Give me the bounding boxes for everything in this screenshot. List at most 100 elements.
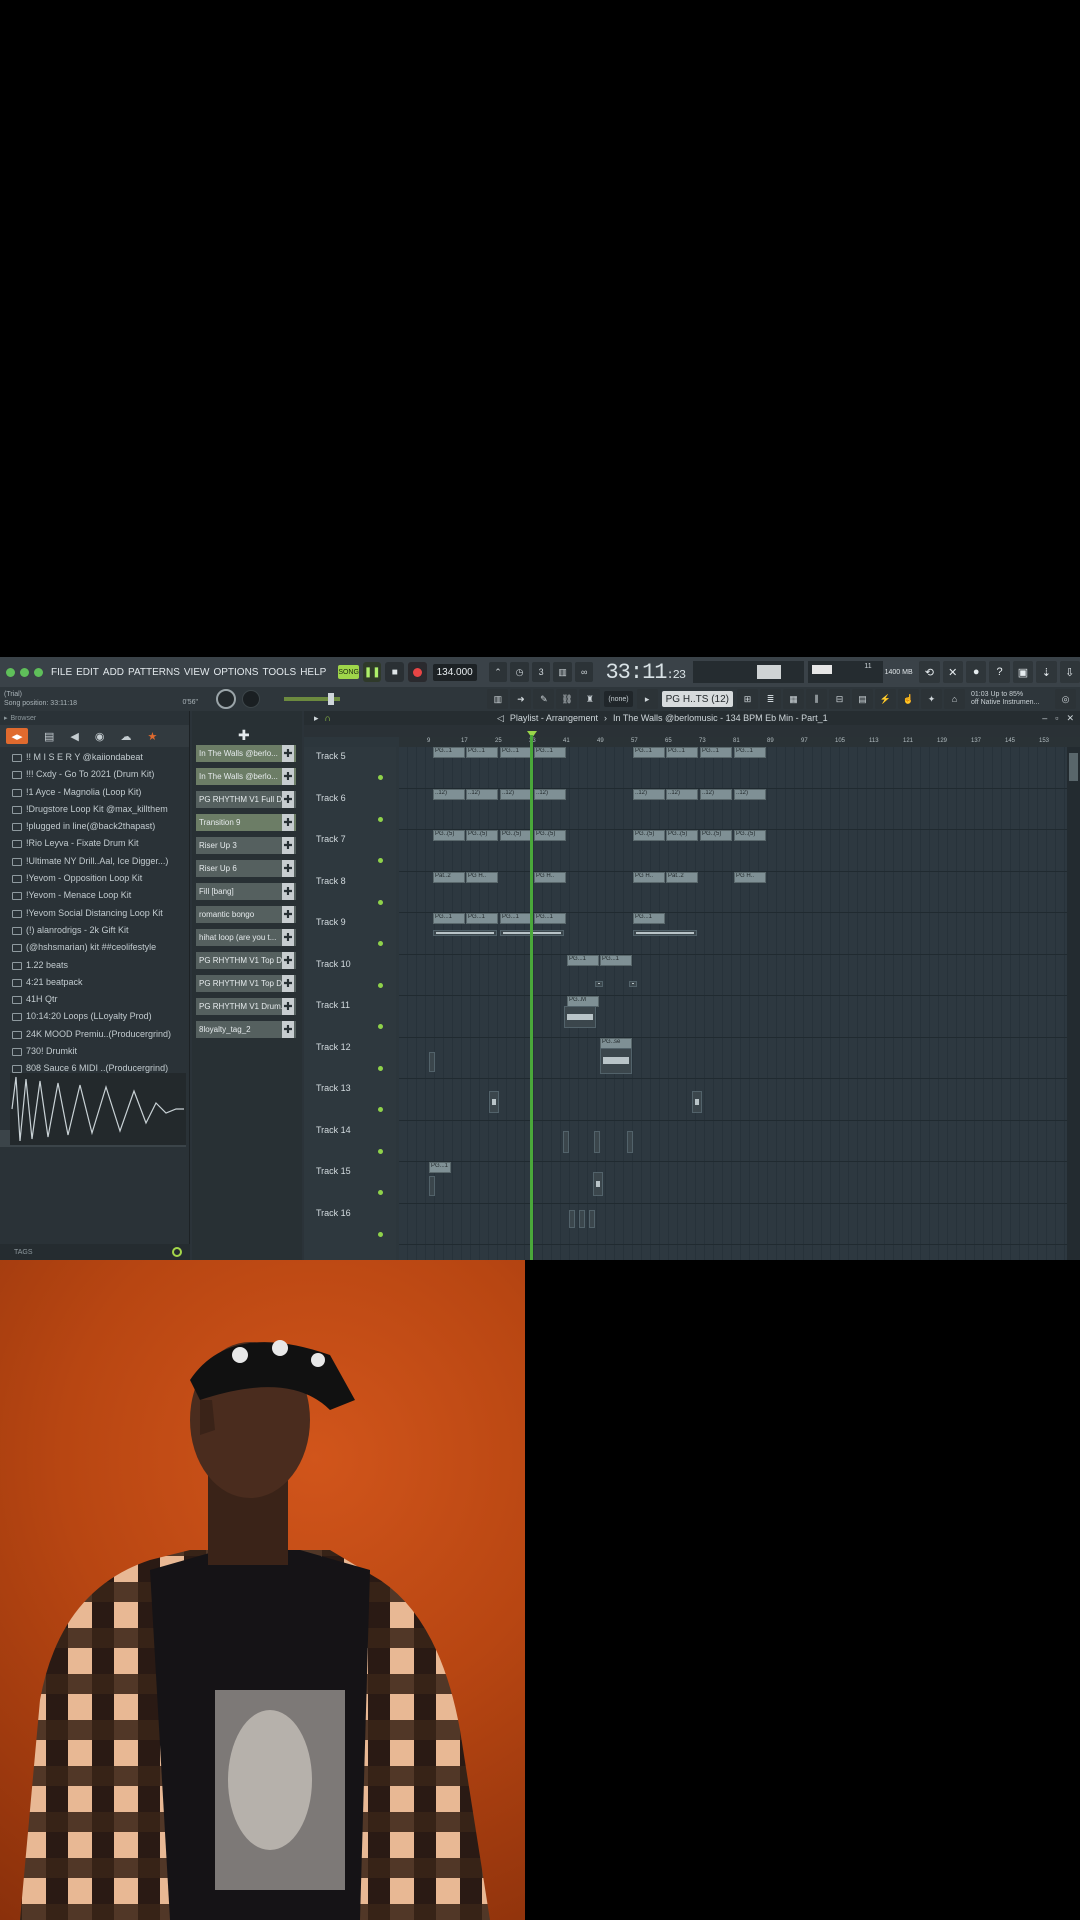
favorite-filter-icon[interactable]: ★ xyxy=(147,730,157,743)
audio-clip[interactable] xyxy=(593,1172,603,1196)
browser-folder-item[interactable]: !Yevom Social Distancing Loop Kit xyxy=(12,905,186,922)
browser-tree-icon[interactable]: ⊟ xyxy=(829,689,850,709)
picker-add-icon[interactable]: ✚ xyxy=(282,952,294,969)
pattern-clip[interactable]: ..12) xyxy=(500,788,532,800)
menu-file[interactable]: FILE xyxy=(49,667,74,678)
audio-clip[interactable] xyxy=(594,1130,600,1153)
record-icon[interactable] xyxy=(408,662,427,682)
pattern-add-icon[interactable]: ⊞ xyxy=(737,689,758,709)
audio-clip[interactable] xyxy=(569,1209,575,1228)
news-promo[interactable]: 01:03 Up to 85% off Native Instrumen... xyxy=(971,691,1053,707)
countdown-icon[interactable]: 3 xyxy=(531,662,551,682)
render-icon[interactable]: ⇣ xyxy=(1036,661,1057,683)
picker-add-icon[interactable]: ✚ xyxy=(282,791,294,808)
picker-add-icon[interactable]: ✚ xyxy=(282,906,294,923)
all-filter-icon[interactable]: ◂▸ xyxy=(6,728,28,744)
menu-edit[interactable]: EDIT xyxy=(74,667,101,678)
track-name[interactable]: Track 12 xyxy=(316,1042,351,1052)
menu-tools[interactable]: TOOLS xyxy=(260,667,298,678)
audio-clip[interactable] xyxy=(692,1091,702,1113)
menu-help[interactable]: HELP xyxy=(298,667,328,678)
pattern-clip[interactable]: PG...1 xyxy=(700,747,732,758)
browser-folder-item[interactable]: 24K MOOD Premiu..(Producergrind) xyxy=(12,1026,186,1043)
snap-dropdown[interactable]: (none) xyxy=(604,691,633,707)
picker-add-icon[interactable]: ✚ xyxy=(282,837,294,854)
audio-clip[interactable] xyxy=(600,1047,632,1074)
mixer-icon[interactable]: ⫼ xyxy=(806,689,827,709)
track-name[interactable]: Track 13 xyxy=(316,1083,351,1093)
browser-folder-item[interactable]: (!) alanrodrigs - 2k Gift Kit xyxy=(12,922,186,939)
minimize-dot[interactable] xyxy=(20,667,29,677)
pattern-clip[interactable]: PG..(5) xyxy=(466,830,498,841)
track-name[interactable]: Track 10 xyxy=(316,959,351,969)
pattern-clip[interactable]: PG..(5) xyxy=(734,830,766,841)
track-name[interactable]: Track 14 xyxy=(316,1125,351,1135)
pattern-clip[interactable]: PG...1 xyxy=(500,913,532,924)
track-mute-led[interactable] xyxy=(378,1065,383,1071)
browser-tab-label[interactable]: Browser xyxy=(11,715,37,722)
link-icon[interactable]: ⛓ xyxy=(556,689,578,709)
picker-item[interactable]: PG RHYTHM V1 Top D... ✚ xyxy=(196,952,296,969)
menu-view[interactable]: VIEW xyxy=(182,667,212,678)
pattern-clip[interactable]: ..12) xyxy=(700,788,732,800)
track-name[interactable]: Track 16 xyxy=(316,1208,351,1218)
project-filter-icon[interactable]: ▤ xyxy=(44,730,54,743)
tag-icon[interactable]: ✦ xyxy=(921,689,942,709)
step-edit-icon[interactable]: ▥ xyxy=(553,662,572,682)
pattern-clip[interactable]: ..12) xyxy=(466,788,498,800)
picker-add-icon[interactable]: ✚ xyxy=(282,768,294,785)
picker-item[interactable]: Riser Up 3 ✚ xyxy=(196,837,296,854)
pattern-clip[interactable]: PG...1 xyxy=(534,747,566,758)
metronome-icon[interactable]: ⌃ xyxy=(488,662,508,682)
pattern-clip[interactable]: PG...1 xyxy=(433,913,465,924)
tools-icon[interactable]: ✕ xyxy=(942,661,963,683)
save-icon[interactable]: ▣ xyxy=(1012,661,1034,683)
settings-icon[interactable]: ◎ xyxy=(1055,689,1076,709)
pattern-clip[interactable]: PG...1 xyxy=(567,954,599,966)
tags-bar[interactable]: TAGS xyxy=(0,1244,190,1260)
picker-item[interactable]: PG RHYTHM V1 Drum... ✚ xyxy=(196,998,296,1015)
audio-clip[interactable] xyxy=(429,1176,435,1196)
track-name[interactable]: Track 6 xyxy=(316,793,346,803)
track-mute-led[interactable] xyxy=(378,1190,383,1195)
arrow-icon[interactable]: ➜ xyxy=(510,689,532,709)
picker-item[interactable]: Transition 9 ✚ xyxy=(196,814,296,831)
window-controls[interactable] xyxy=(0,667,49,677)
browser-folder-item[interactable]: !Drugstore Loop Kit @max_killthem xyxy=(12,801,186,818)
picker-add-icon[interactable]: ✚ xyxy=(282,975,294,992)
cloud-filter-icon[interactable]: ☁ xyxy=(120,730,131,743)
picker-add-icon[interactable]: ✚ xyxy=(282,1021,294,1038)
picker-add-icon[interactable]: ✚ xyxy=(282,860,294,877)
picker-add-icon[interactable]: ✚ xyxy=(282,814,294,831)
project-icon[interactable]: ▤ xyxy=(852,689,873,709)
menu-add[interactable]: ADD xyxy=(101,667,126,678)
audio-clip[interactable] xyxy=(629,980,637,987)
pattern-clip[interactable]: PG...1 xyxy=(666,747,698,758)
stop-icon[interactable]: ■ xyxy=(385,662,405,682)
vertical-scrollbar[interactable] xyxy=(1067,747,1080,1260)
track-name[interactable]: Track 7 xyxy=(316,834,346,844)
browser-folder-item[interactable]: (@hshsmarian) kit ##ceolifestyle xyxy=(12,939,186,956)
master-pitch-knob[interactable] xyxy=(242,690,260,708)
picker-item[interactable]: Fill [bang] ✚ xyxy=(196,883,296,900)
browser-folder-item[interactable]: !! M I S E R Y @kaiiondabeat xyxy=(12,749,186,766)
add-pattern-icon[interactable]: ✚ xyxy=(238,727,250,744)
pattern-clip[interactable]: PG...1 xyxy=(534,913,566,924)
track-mute-led[interactable] xyxy=(378,1024,383,1029)
browser-folder-item[interactable]: 730! Drumkit xyxy=(12,1043,186,1060)
loop-record-icon[interactable]: ∞ xyxy=(574,662,594,682)
pattern-arrow-icon[interactable]: ▸ xyxy=(636,689,658,709)
magnet-icon[interactable]: ∩ xyxy=(325,713,331,723)
audio-clip[interactable] xyxy=(433,930,497,936)
sample-filter-icon[interactable]: ◉ xyxy=(95,730,105,743)
browser-folder-item[interactable]: !Rio Leyva - Fixate Drum Kit xyxy=(12,835,186,852)
picker-add-icon[interactable]: ✚ xyxy=(282,998,294,1015)
track-name[interactable]: Track 11 xyxy=(316,1000,350,1010)
maximize-dot[interactable] xyxy=(34,667,43,677)
export-icon[interactable]: ⇩ xyxy=(1059,661,1080,683)
pattern-clip[interactable]: PG..(5) xyxy=(633,830,665,841)
picker-item[interactable]: Riser Up 6 ✚ xyxy=(196,860,296,877)
track-mute-led[interactable] xyxy=(378,982,383,988)
picker-add-icon[interactable]: ✚ xyxy=(282,883,294,900)
audio-clip[interactable] xyxy=(563,1130,569,1153)
